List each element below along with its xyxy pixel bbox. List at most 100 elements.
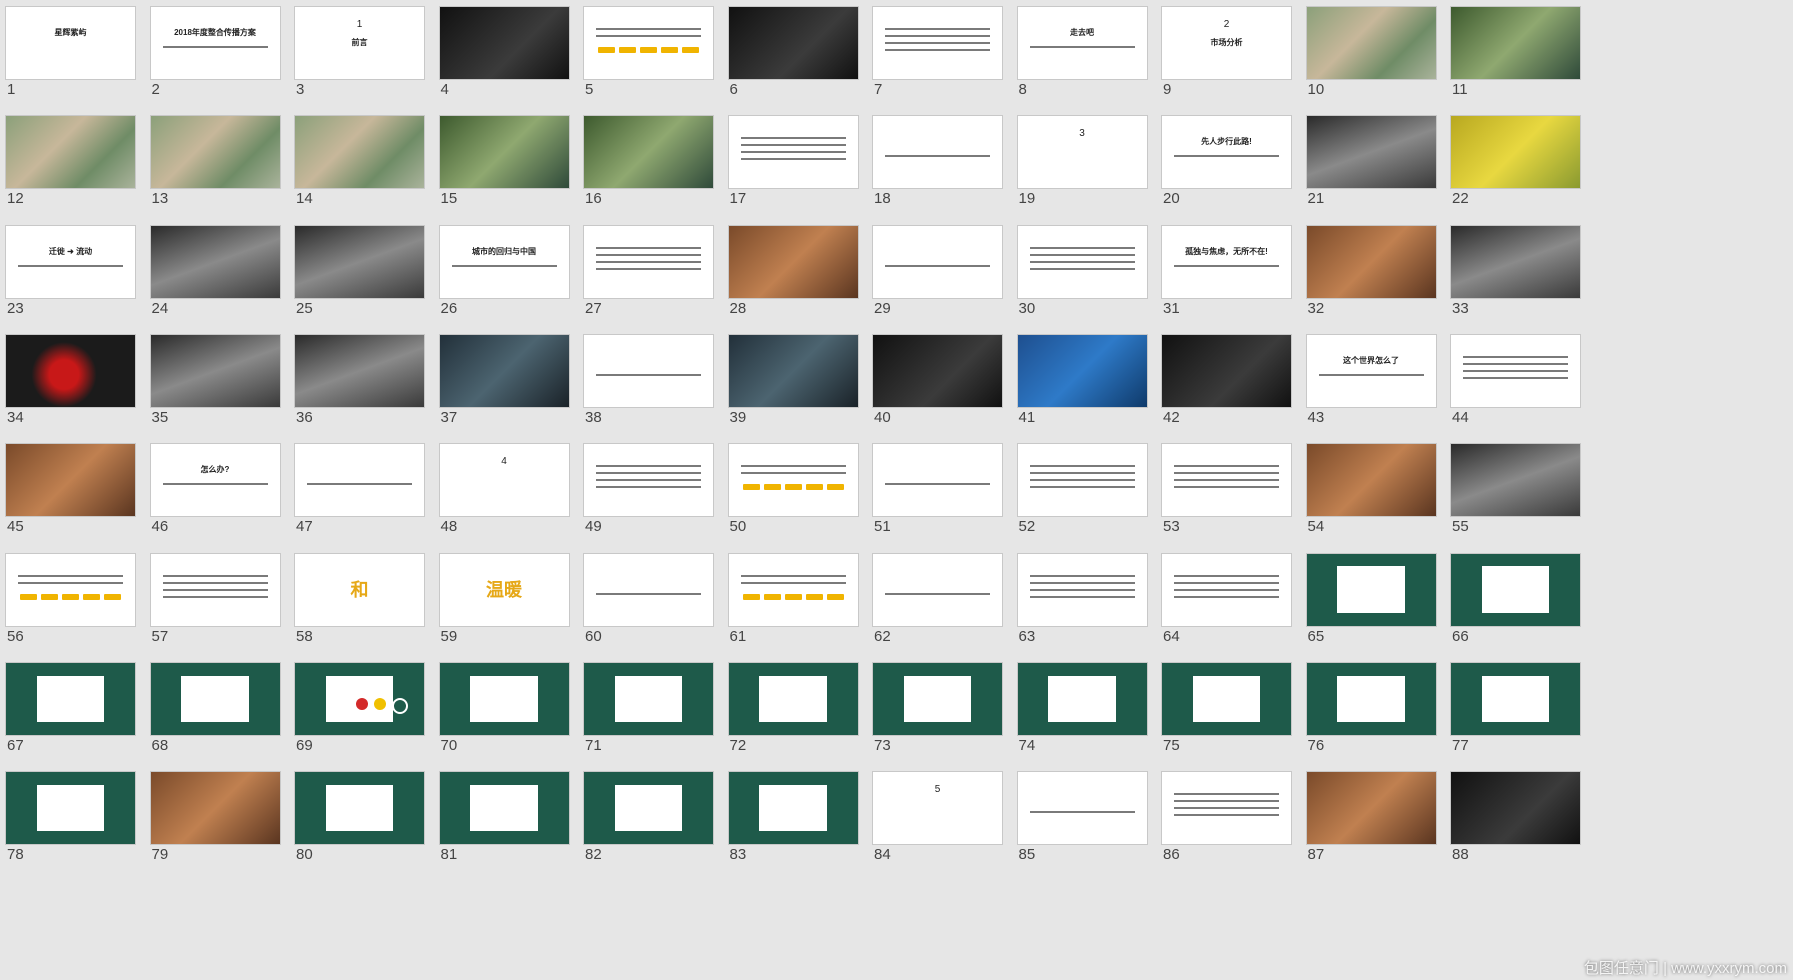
slide-thumbnail[interactable] [294,443,425,518]
slide-thumbnail-item[interactable]: 怎么办? 46 [149,443,281,564]
slide-thumbnail[interactable] [1305,443,1437,518]
slide-thumbnail-item[interactable]: 孤独与焦虑，无所不在! 31 [1161,224,1292,346]
slide-thumbnail[interactable] [149,115,281,190]
slide-thumbnail[interactable] [727,771,859,846]
slide-thumbnail-item[interactable]: 27 [583,224,714,346]
slide-thumbnail-item[interactable]: 6 [727,6,859,127]
slide-thumbnail-item[interactable]: 33 [1450,224,1581,346]
slide-thumbnail-item[interactable]: 79 [149,771,281,892]
slide-thumbnail[interactable] [294,115,425,190]
slide-thumbnail-item[interactable]: 47 [294,443,425,564]
slide-thumbnail[interactable] [1016,552,1148,627]
slide-thumbnail-item[interactable]: 56 [5,552,136,674]
slide-thumbnail[interactable] [727,552,859,627]
slide-thumbnail[interactable] [727,661,859,736]
slide-thumbnail-item[interactable]: 42 [1161,333,1292,455]
slide-thumbnail[interactable]: 2 市场分析 [1161,6,1292,80]
slide-thumbnail[interactable] [872,224,1003,299]
slide-thumbnail-item[interactable]: 29 [872,224,1003,346]
slide-thumbnail[interactable] [1305,224,1437,299]
slide-thumbnail[interactable] [1305,552,1437,627]
slide-thumbnail[interactable] [1161,333,1292,408]
slide-thumbnail[interactable]: 4 [438,443,570,518]
slide-thumbnail-item[interactable]: 星辉紫屿 1 [5,6,136,127]
slide-thumbnail-item[interactable]: 11 [1450,6,1581,127]
slide-thumbnail-item[interactable]: 76 [1305,661,1437,783]
slide-thumbnail-item[interactable]: 34 [5,333,136,455]
slide-thumbnail[interactable]: 迁徙 ➜ 流动 [5,224,136,299]
slide-thumbnail[interactable] [1161,443,1292,518]
slide-thumbnail-item[interactable]: 3 19 [1016,115,1148,236]
slide-thumbnail[interactable]: 走去吧 [1016,6,1148,80]
slide-thumbnail[interactable] [583,443,714,518]
slide-thumbnail-item[interactable]: 22 [1450,115,1581,236]
slide-thumbnail-item[interactable]: 55 [1450,443,1581,564]
slide-thumbnail[interactable] [727,6,859,80]
slide-thumbnail[interactable] [5,552,136,627]
slide-thumbnail-item[interactable]: 2 市场分析 9 [1161,6,1292,127]
slide-thumbnail[interactable] [5,661,136,736]
slide-thumbnail[interactable] [727,115,859,190]
slide-thumbnail[interactable] [1450,552,1581,627]
slide-thumbnail-item[interactable]: 74 [1016,661,1148,783]
slide-thumbnail-item[interactable]: 和 58 [294,552,425,674]
slide-thumbnail-item[interactable]: 35 [149,333,281,455]
slide-thumbnail-item[interactable]: 24 [149,224,281,346]
slide-thumbnail[interactable] [872,6,1003,80]
slide-thumbnail-item[interactable]: 36 [294,333,425,455]
slide-thumbnail-item[interactable]: 60 [583,552,714,674]
slide-thumbnail-item[interactable]: 52 [1016,443,1148,564]
slide-thumbnail-item[interactable]: 这个世界怎么了 43 [1305,333,1437,455]
slide-thumbnail-item[interactable]: 12 [5,115,136,236]
slide-thumbnail-item[interactable]: 13 [149,115,281,236]
slide-thumbnail[interactable] [727,224,859,299]
slide-thumbnail[interactable] [1450,771,1581,846]
slide-thumbnail-item[interactable]: 65 [1305,552,1437,674]
slide-thumbnail[interactable] [438,661,570,736]
slide-thumbnail-item[interactable]: 73 [872,661,1003,783]
slide-thumbnail-item[interactable]: 17 [727,115,859,236]
slide-thumbnail[interactable] [149,771,281,846]
slide-thumbnail-item[interactable]: 86 [1161,771,1292,892]
slide-thumbnail-item[interactable]: 51 [872,443,1003,564]
slide-thumbnail-item[interactable]: 67 [5,661,136,783]
slide-thumbnail-item[interactable]: 57 [149,552,281,674]
slide-thumbnail[interactable] [727,443,859,518]
slide-thumbnail[interactable] [5,333,136,408]
slide-thumbnail-item[interactable]: 32 [1305,224,1437,346]
slide-thumbnail-item[interactable]: 16 [583,115,714,236]
slide-thumbnail-item[interactable]: 68 [149,661,281,783]
slide-thumbnail-item[interactable]: 83 [727,771,859,892]
slide-thumbnail[interactable] [438,771,570,846]
slide-thumbnail[interactable]: 星辉紫屿 [5,6,136,80]
slide-thumbnail[interactable] [583,224,714,299]
slide-thumbnail-item[interactable]: 38 [583,333,714,455]
slide-thumbnail[interactable]: 先人步行此路! [1161,115,1292,190]
slide-thumbnail[interactable] [149,333,281,408]
slide-thumbnail[interactable] [5,115,136,190]
slide-thumbnail[interactable] [1450,6,1581,80]
slide-thumbnail[interactable] [1305,661,1437,736]
slide-thumbnail-item[interactable]: 71 [583,661,714,783]
slide-thumbnail[interactable]: 城市的回归与中国 [438,224,570,299]
slide-thumbnail-item[interactable]: 45 [5,443,136,564]
slide-thumbnail-item[interactable]: 81 [438,771,570,892]
slide-thumbnail[interactable] [294,661,425,736]
slide-thumbnail[interactable] [1161,771,1292,846]
slide-thumbnail[interactable] [5,443,136,518]
slide-thumbnail[interactable] [1305,115,1437,190]
slide-thumbnail[interactable]: 1 前言 [294,6,425,80]
slide-thumbnail[interactable] [1161,661,1292,736]
slide-thumbnail[interactable] [583,115,714,190]
slide-thumbnail[interactable] [438,115,570,190]
slide-thumbnail[interactable] [872,552,1003,627]
slide-thumbnail[interactable]: 2018年度整合传播方案 [149,6,281,80]
slide-thumbnail[interactable] [149,552,281,627]
slide-thumbnail-item[interactable]: 14 [294,115,425,236]
slide-thumbnail[interactable] [872,115,1003,190]
slide-thumbnail-item[interactable]: 66 [1450,552,1581,674]
slide-thumbnail-item[interactable]: 78 [5,771,136,892]
slide-thumbnail-item[interactable]: 温暖 59 [438,552,570,674]
slide-thumbnail[interactable] [1450,115,1581,190]
slide-thumbnail-item[interactable]: 4 [438,6,570,127]
